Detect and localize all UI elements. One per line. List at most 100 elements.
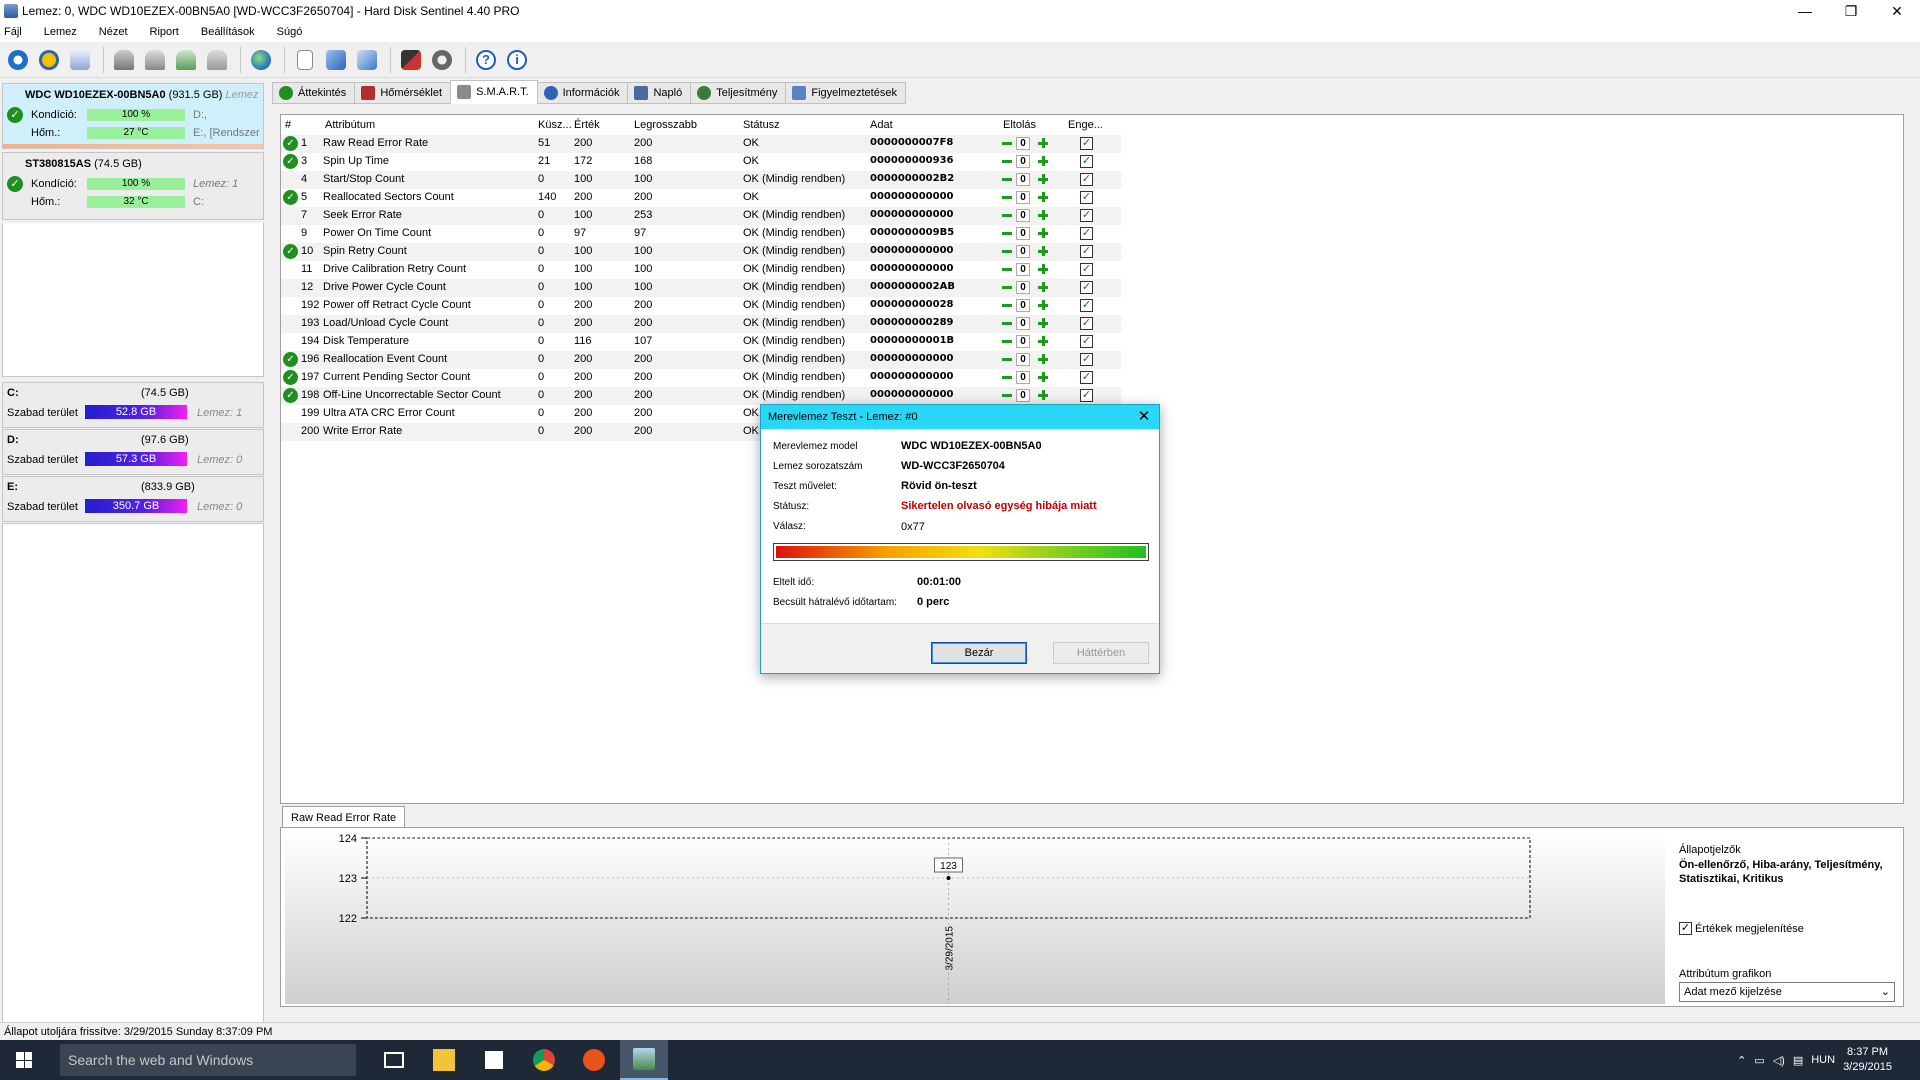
clock[interactable]: 8:37 PM 3/29/2015: [1843, 1045, 1892, 1075]
minus-icon[interactable]: [1001, 263, 1013, 275]
tab-alerts[interactable]: Figyelmeztetések: [785, 82, 906, 104]
table-row[interactable]: ✓ 5 Reallocated Sectors Count 140 200 200 OK 00…: [281, 189, 1121, 207]
enable-checkbox[interactable]: ✓: [1080, 263, 1093, 276]
menu-help[interactable]: Súgó: [277, 26, 303, 38]
menu-settings[interactable]: Beállítások: [201, 26, 255, 38]
minus-icon[interactable]: [1001, 173, 1013, 185]
plus-icon[interactable]: [1037, 299, 1049, 311]
plus-icon[interactable]: [1037, 353, 1049, 365]
tool2-button[interactable]: [141, 46, 169, 74]
enable-checkbox[interactable]: ✓: [1080, 281, 1093, 294]
tab-info[interactable]: Információk: [536, 82, 629, 104]
table-row[interactable]: 193 Load/Unload Cycle Count 0 200 200 OK (Min…: [281, 315, 1121, 333]
col-id[interactable]: #: [285, 119, 291, 131]
tab-temperature[interactable]: Hőmérséklet: [354, 82, 452, 104]
info-button[interactable]: i: [503, 46, 531, 74]
background-button[interactable]: Háttérben: [1053, 642, 1149, 664]
minus-icon[interactable]: [1001, 191, 1013, 203]
media-player-button[interactable]: [570, 1040, 618, 1080]
minus-icon[interactable]: [1001, 371, 1013, 383]
tool3-button[interactable]: [172, 46, 200, 74]
show-values-checkbox[interactable]: ✓ Értékek megjelenítése: [1679, 922, 1804, 935]
network-button[interactable]: [353, 46, 381, 74]
minus-icon[interactable]: [1001, 389, 1013, 401]
plus-icon[interactable]: [1037, 335, 1049, 347]
task-view-button[interactable]: [370, 1040, 418, 1080]
table-row[interactable]: 194 Disk Temperature 0 116 107 OK (Mindig ren…: [281, 333, 1121, 351]
table-row[interactable]: 11 Drive Calibration Retry Count 0 100 100 OK…: [281, 261, 1121, 279]
help-button[interactable]: ?: [472, 46, 500, 74]
col-enable[interactable]: Enge...: [1068, 119, 1103, 131]
plus-icon[interactable]: [1037, 371, 1049, 383]
plus-icon[interactable]: [1037, 389, 1049, 401]
minus-icon[interactable]: [1001, 209, 1013, 221]
enable-checkbox[interactable]: ✓: [1080, 353, 1093, 366]
table-row[interactable]: ✓ 3 Spin Up Time 21 172 168 OK 000000000936 0 ✓: [281, 153, 1121, 171]
enable-checkbox[interactable]: ✓: [1080, 173, 1093, 186]
enable-checkbox[interactable]: ✓: [1080, 299, 1093, 312]
taskbar-search[interactable]: Search the web and Windows: [60, 1044, 356, 1076]
tab-log[interactable]: Napló: [627, 82, 692, 104]
enable-checkbox[interactable]: ✓: [1080, 155, 1093, 168]
enable-checkbox[interactable]: ✓: [1080, 191, 1093, 204]
hdsentinel-task-button[interactable]: [620, 1040, 668, 1080]
table-row[interactable]: ✓ 197 Current Pending Sector Count 0 200 200 O…: [281, 369, 1121, 387]
enable-checkbox[interactable]: ✓: [1080, 245, 1093, 258]
volume-card-c[interactable]: C: (74.5 GB) Szabad terület 52.8 GB Leme…: [2, 382, 264, 428]
enable-checkbox[interactable]: ✓: [1080, 209, 1093, 222]
graph-tab[interactable]: Raw Read Error Rate: [282, 806, 406, 828]
plus-icon[interactable]: [1037, 263, 1049, 275]
minimize-button[interactable]: —: [1782, 0, 1828, 22]
close-button[interactable]: Bezár: [931, 642, 1027, 664]
close-window-button[interactable]: ✕: [1874, 0, 1920, 22]
volume-card-e[interactable]: E: (833.9 GB) Szabad terület 350.7 GB Le…: [2, 476, 264, 522]
minus-icon[interactable]: [1001, 281, 1013, 293]
col-attribute[interactable]: Attribútum: [325, 119, 375, 131]
table-row[interactable]: 12 Drive Power Cycle Count 0 100 100 OK (Mind…: [281, 279, 1121, 297]
table-row[interactable]: 192 Power off Retract Cycle Count 0 200 200 O…: [281, 297, 1121, 315]
tray-expand-icon[interactable]: ⌃: [1737, 1054, 1746, 1067]
disk-button[interactable]: [66, 46, 94, 74]
table-row[interactable]: 4 Start/Stop Count 0 100 100 OK (Mindig rendb…: [281, 171, 1121, 189]
maximize-button[interactable]: ❐: [1828, 0, 1874, 22]
menu-file[interactable]: Fájl: [4, 26, 22, 38]
plus-icon[interactable]: [1037, 227, 1049, 239]
sync-button[interactable]: [322, 46, 350, 74]
plus-icon[interactable]: [1037, 155, 1049, 167]
disk-card-1[interactable]: ST380815AS (74.5 GB) ✓ Kondíció: 100 % L…: [2, 152, 264, 220]
enable-checkbox[interactable]: ✓: [1080, 227, 1093, 240]
tab-performance[interactable]: Teljesítmény: [690, 82, 787, 104]
tab-overview[interactable]: Áttekintés: [272, 82, 356, 104]
enable-checkbox[interactable]: ✓: [1080, 371, 1093, 384]
report-button[interactable]: [291, 46, 319, 74]
volume-icon[interactable]: ◁): [1773, 1054, 1785, 1067]
plus-icon[interactable]: [1037, 317, 1049, 329]
table-row[interactable]: ✓ 10 Spin Retry Count 0 100 100 OK (Mindig ren…: [281, 243, 1121, 261]
enable-checkbox[interactable]: ✓: [1080, 137, 1093, 150]
store-button[interactable]: [470, 1040, 518, 1080]
table-row[interactable]: ✓ 196 Reallocation Event Count 0 200 200 OK (M…: [281, 351, 1121, 369]
tool4-button[interactable]: [203, 46, 231, 74]
minus-icon[interactable]: [1001, 353, 1013, 365]
attr-graph-select[interactable]: Adat mező kijelzése ⌄: [1679, 982, 1895, 1002]
action-center-icon[interactable]: ▤: [1793, 1054, 1803, 1067]
minus-icon[interactable]: [1001, 335, 1013, 347]
minus-icon[interactable]: [1001, 227, 1013, 239]
minus-icon[interactable]: [1001, 299, 1013, 311]
table-row[interactable]: ✓ 1 Raw Read Error Rate 51 200 200 OK 000000000…: [281, 135, 1121, 153]
table-row[interactable]: ✓ 198 Off-Line Uncorrectable Sector Count 0…: [281, 387, 1121, 405]
start-button[interactable]: [0, 1040, 48, 1080]
menu-report[interactable]: Riport: [150, 26, 179, 38]
minus-icon[interactable]: [1001, 317, 1013, 329]
table-row[interactable]: 9 Power On Time Count 0 97 97 OK (Mindig rend…: [281, 225, 1121, 243]
minus-icon[interactable]: [1001, 245, 1013, 257]
language-indicator[interactable]: HUN: [1811, 1054, 1835, 1066]
col-threshold[interactable]: Küsz...: [538, 119, 572, 131]
alert-button[interactable]: [35, 46, 63, 74]
minus-icon[interactable]: [1001, 155, 1013, 167]
table-row[interactable]: 7 Seek Error Rate 0 100 253 OK (Mindig rendbe…: [281, 207, 1121, 225]
volume-card-d[interactable]: D: (97.6 GB) Szabad terület 57.3 GB Leme…: [2, 429, 264, 475]
col-data[interactable]: Adat: [870, 119, 893, 131]
disk-card-0[interactable]: WDC WD10EZEX-00BN5A0 (931.5 GB) Lemez ✓ …: [2, 83, 264, 149]
dialog-close-icon[interactable]: ✕: [1135, 408, 1153, 426]
